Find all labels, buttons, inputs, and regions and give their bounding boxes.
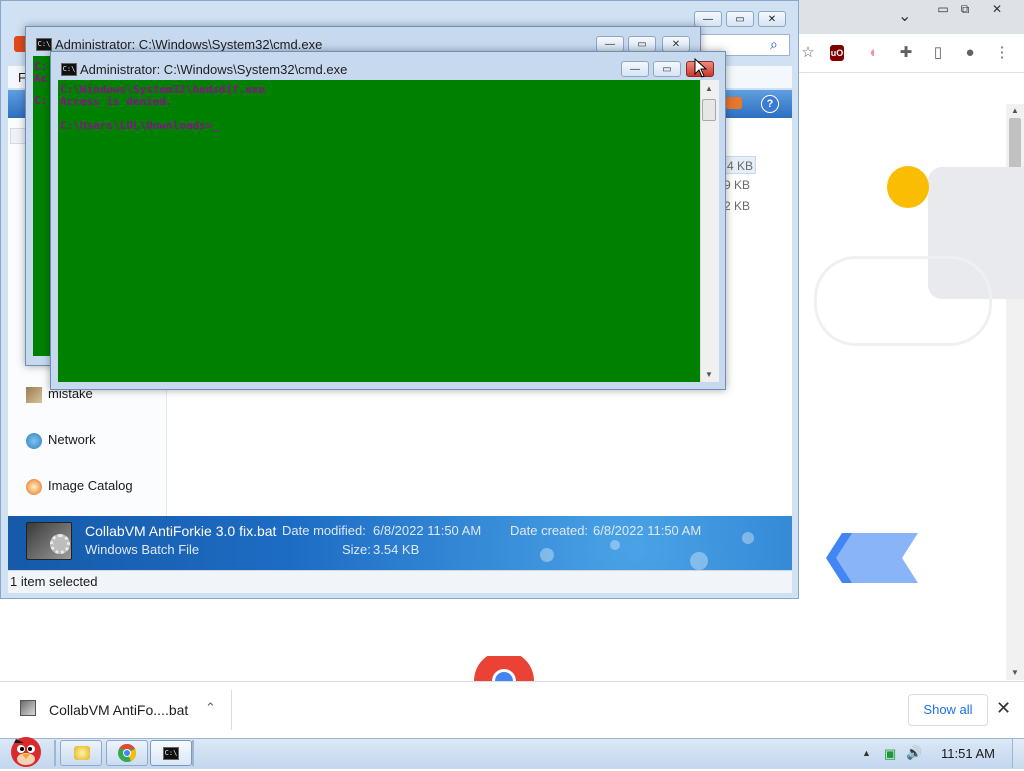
details-date-created-label: Date created: (510, 523, 589, 538)
chrome-logo-icon (474, 656, 534, 681)
tray-expand-icon[interactable]: ▲ (862, 748, 871, 758)
ntp-decoration-pill (814, 256, 992, 346)
taskbar-explorer-button[interactable] (60, 740, 102, 766)
scroll-down-icon[interactable]: ▼ (705, 370, 713, 379)
show-desktop-button[interactable] (1012, 739, 1024, 768)
tab-list-chevron-icon[interactable]: ⌄ (898, 6, 911, 26)
details-size: 3.54 KB (373, 542, 420, 557)
details-date-modified-label: Date modified: (282, 523, 366, 538)
cmd-icon: C:\ (61, 63, 77, 76)
cmd-icon: C:\ (36, 38, 52, 51)
cmd-back-minimize-button[interactable]: — (596, 36, 624, 52)
taskbar-cmd-button[interactable]: C:\ (150, 740, 192, 766)
batch-file-icon (20, 700, 36, 716)
angry-bird-start-icon (11, 737, 41, 767)
chrome-scroll-up-icon[interactable]: ▲ (1011, 106, 1019, 115)
image-catalog-icon (26, 478, 42, 495)
ntp-yellow-circle (887, 166, 929, 208)
cmd-front-maximize-button[interactable]: ▭ (653, 61, 681, 77)
file-size-cell: 9 KB (724, 178, 751, 192)
details-bubble (690, 552, 708, 570)
ntp-arrow-decoration (826, 533, 918, 583)
bookmark-star-icon[interactable]: ☆ (796, 42, 820, 64)
cmd-back-console-line: Ac (34, 72, 48, 85)
folder-icon (74, 746, 90, 760)
explorer-maximize-button[interactable]: ▭ (726, 11, 754, 27)
details-size-label: Size: (342, 542, 371, 557)
volume-tray-icon[interactable]: 🔊 (906, 745, 922, 761)
start-button[interactable] (4, 732, 46, 768)
console-line: Access is denied. (60, 95, 173, 108)
cmd-front-minimize-button[interactable]: — (621, 61, 649, 77)
cmd-back-close-button[interactable]: ✕ (662, 36, 690, 52)
details-file-type: Windows Batch File (85, 542, 200, 557)
details-bubble (742, 532, 754, 544)
nav-item-label: Network (48, 432, 96, 447)
network-icon (26, 432, 42, 449)
explorer-close-button[interactable]: ✕ (758, 11, 786, 27)
chrome-icon (118, 744, 136, 762)
side-panel-icon[interactable]: ▯ (926, 42, 950, 64)
cmd-back-console-line: C: (34, 94, 48, 107)
taskbar-chrome-button[interactable] (106, 740, 148, 766)
chrome-scroll-down-icon[interactable]: ▼ (1011, 668, 1019, 677)
taskbar-separator (54, 740, 56, 766)
mouse-cursor-icon (694, 58, 708, 78)
download-chevron-up-icon[interactable]: ⌃ (205, 700, 216, 716)
file-size-cell: 4 KB (724, 156, 756, 174)
details-date-modified: 6/8/2022 11:50 AM (373, 523, 482, 538)
close-download-bar-icon[interactable]: ✕ (996, 698, 1011, 719)
help-icon[interactable]: ? (761, 95, 779, 113)
explorer-minimize-button[interactable]: — (694, 11, 722, 27)
nav-item-label: Image Catalog (48, 478, 133, 493)
gear-icon (50, 534, 70, 554)
ublock-extension-icon[interactable]: uO (830, 45, 844, 61)
status-text: 1 item selected (10, 574, 98, 589)
folder-icon (26, 386, 42, 403)
details-file-name: CollabVM AntiForkie 3.0 fix.bat (85, 523, 277, 539)
details-bubble (610, 540, 620, 550)
cmd-icon: C:\ (163, 747, 179, 760)
scroll-up-icon[interactable]: ▲ (705, 84, 713, 93)
details-bubble (540, 548, 554, 562)
taskbar-clock[interactable]: 11:51 AM (941, 746, 995, 761)
network-tray-icon[interactable]: ▣ (884, 746, 896, 762)
translate-extension-icon[interactable]: ◐ (862, 42, 886, 64)
chrome-close-button[interactable]: ✕ (980, 0, 1014, 18)
console-prompt: C:\Users\LOL\Downloads>_ (60, 119, 219, 132)
chrome-restore-button[interactable]: ⧉ (948, 0, 982, 18)
file-size-cell: 2 KB (724, 199, 751, 213)
explorer-status-bar (8, 570, 792, 593)
extensions-puzzle-icon[interactable]: ✚ (894, 42, 918, 64)
cmd-scroll-thumb[interactable] (702, 99, 716, 121)
chrome-menu-icon[interactable]: ⋮ (990, 42, 1014, 64)
show-all-downloads-button[interactable]: Show all (908, 694, 988, 726)
nav-item-network[interactable]: Network (26, 432, 96, 449)
download-file-name[interactable]: CollabVM AntiFo....bat (49, 702, 188, 718)
taskbar-separator (192, 740, 194, 766)
cmd-back-maximize-button[interactable]: ▭ (628, 36, 656, 52)
download-separator (231, 690, 232, 730)
nav-item-image-catalog[interactable]: Image Catalog (26, 478, 133, 495)
cmd-front-title: Administrator: C:\Windows\System32\cmd.e… (80, 62, 348, 77)
profile-avatar-icon[interactable]: ● (958, 42, 982, 64)
cmd-back-title: Administrator: C:\Windows\System32\cmd.e… (55, 37, 323, 52)
cmd-vertical-scrollbar[interactable] (700, 80, 719, 382)
details-date-created: 6/8/2022 11:50 AM (593, 523, 702, 538)
view-options-icon[interactable] (726, 97, 742, 109)
search-icon[interactable]: ⌕ (770, 36, 778, 53)
